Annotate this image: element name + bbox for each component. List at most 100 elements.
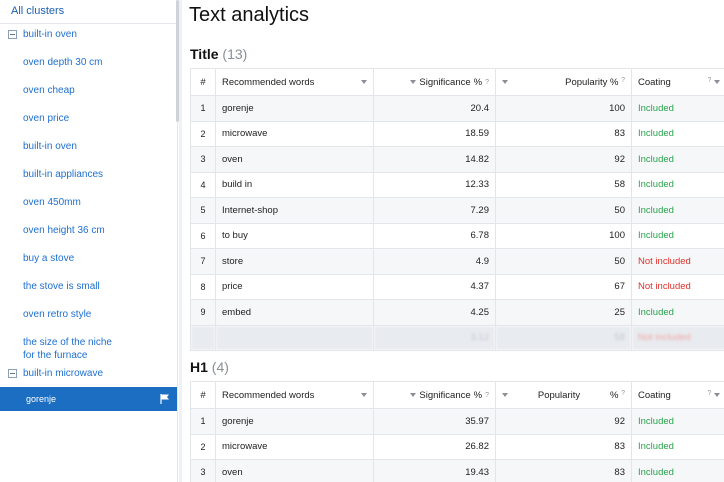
sidebar-item[interactable]: oven height 36 cm (23, 224, 105, 237)
significance-value: 6.78 (373, 222, 496, 249)
sidebar-item[interactable]: the stove is small (23, 280, 100, 293)
table-row: 2 microwave 26.82 83 Included (190, 433, 724, 460)
recommended-word: gorenje (215, 95, 374, 122)
table-row: 4 build in 12.33 58 Included (190, 171, 724, 198)
sort-arrow-icon[interactable] (410, 80, 417, 84)
table-row: 9 embed 4.25 25 Included (190, 299, 724, 326)
table-row: 8 price 4.37 67 Not included (190, 273, 724, 300)
col-header-label: Coating (638, 76, 671, 88)
row-number: 8 (190, 273, 216, 300)
recommended-word: to buy (215, 222, 374, 249)
sidebar-item[interactable]: built-in appliances (23, 168, 103, 181)
sidebar-item[interactable]: the size of the niche for the furnace (23, 336, 112, 362)
popularity-value: 100 (495, 95, 632, 122)
row-number: 9 (190, 299, 216, 326)
recommended-word: store (215, 248, 374, 275)
recommended-word: oven (215, 146, 374, 173)
col-header-label: Recommended words (222, 76, 315, 88)
sidebar-item[interactable]: oven price (23, 112, 69, 125)
col-header-label: Popularity (565, 76, 608, 88)
collapse-icon[interactable] (8, 30, 17, 39)
help-icon[interactable]: ? (707, 390, 711, 397)
sort-arrow-icon[interactable] (361, 393, 367, 397)
help-icon[interactable]: ? (621, 390, 625, 397)
coating-status: Included (631, 222, 724, 249)
sort-arrow-icon[interactable] (714, 392, 720, 397)
popularity-value: 67 (495, 273, 632, 300)
row-number: 6 (190, 222, 216, 249)
sidebar-item[interactable]: built-in oven (23, 140, 77, 153)
col-header-coating[interactable]: Coating ? (631, 68, 724, 96)
col-header-significance[interactable]: Significance % ? (373, 68, 496, 96)
significance-value: 3.12 (373, 324, 496, 351)
significance-value: 7.29 (373, 197, 496, 224)
recommended-word: microwave (215, 433, 374, 460)
table-row: 3 oven 14.82 92 Included (190, 146, 724, 173)
significance-value: 18.59 (373, 120, 496, 147)
coating-status: Included (631, 120, 724, 147)
recommended-word: embed (215, 299, 374, 326)
cluster-group-built-in-oven[interactable]: built-in oven (8, 29, 77, 40)
all-clusters-link[interactable]: All clusters (11, 5, 64, 17)
percent-label: % (610, 389, 619, 401)
title-words-table: # Recommended words Significance % ? Pop… (190, 68, 724, 351)
recommended-word: oven (215, 459, 374, 482)
col-header-coating[interactable]: Coating ? (631, 381, 724, 409)
table-row: 7 store 4.9 50 Not included (190, 248, 724, 275)
coating-status: Included (631, 408, 724, 435)
sidebar-item[interactable]: oven 450mm (23, 196, 81, 209)
popularity-value: 92 (495, 146, 632, 173)
col-header-significance[interactable]: Significance % ? (373, 381, 496, 409)
sidebar-item[interactable]: buy a stove (23, 252, 74, 265)
help-icon[interactable]: ? (707, 77, 711, 84)
coating-status: Not included (631, 273, 724, 300)
help-icon[interactable]: ? (485, 392, 489, 399)
col-header-words[interactable]: Recommended words (215, 68, 374, 96)
sidebar-item-selected[interactable]: gorenje (0, 387, 177, 411)
table-row-blurred: 3.12 58 Not included (190, 324, 724, 351)
h1-words-table: # Recommended words Significance % ? Pop… (190, 381, 724, 482)
col-header-words[interactable]: Recommended words (215, 381, 374, 409)
panel-divider (179, 0, 182, 482)
recommended-word: build in (215, 171, 374, 198)
coating-status: Not included (631, 248, 724, 275)
sidebar-item[interactable]: oven depth 30 cm (23, 56, 103, 69)
significance-value: 14.82 (373, 146, 496, 173)
section-label: H1 (190, 359, 208, 375)
help-icon[interactable]: ? (621, 77, 625, 84)
cluster-group-label: built-in microwave (23, 368, 104, 379)
col-header-label: Recommended words (222, 389, 315, 401)
sidebar-item-label: gorenje (26, 394, 57, 404)
sort-arrow-icon[interactable] (410, 393, 417, 397)
popularity-value: 83 (495, 120, 632, 147)
collapse-icon[interactable] (8, 369, 17, 378)
significance-value: 4.9 (373, 248, 496, 275)
sidebar-item[interactable]: oven cheap (23, 84, 75, 97)
coating-status: Included (631, 95, 724, 122)
sidebar-item[interactable]: oven retro style (23, 308, 91, 321)
sort-arrow-icon[interactable] (714, 79, 720, 84)
coating-status: Included (631, 433, 724, 460)
table-row: 5 Internet-shop 7.29 50 Included (190, 197, 724, 224)
sort-arrow-icon[interactable] (502, 80, 508, 84)
significance-value: 35.97 (373, 408, 496, 435)
popularity-value: 83 (495, 433, 632, 460)
sort-arrow-icon[interactable] (361, 80, 367, 84)
col-header-num: # (190, 381, 216, 409)
section-label: Title (190, 46, 219, 62)
percent-label: % (610, 76, 619, 88)
flag-icon[interactable] (160, 394, 171, 404)
sort-arrow-icon[interactable] (502, 393, 508, 397)
significance-value: 20.4 (373, 95, 496, 122)
significance-value: 4.37 (373, 273, 496, 300)
significance-value: 26.82 (373, 433, 496, 460)
section-title-title: Title (13) (190, 46, 247, 62)
col-header-popularity[interactable]: Popularity % ? (495, 68, 632, 96)
row-number: 7 (190, 248, 216, 275)
cluster-group-label: built-in oven (23, 29, 77, 40)
col-header-popularity[interactable]: Popularity % ? (495, 381, 632, 409)
significance-value: 4.25 (373, 299, 496, 326)
help-icon[interactable]: ? (485, 79, 489, 86)
coating-status: Included (631, 459, 724, 482)
cluster-group-built-in-microwave[interactable]: built-in microwave (8, 368, 103, 379)
